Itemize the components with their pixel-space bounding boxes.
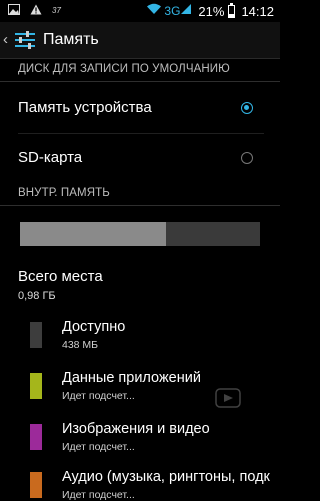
action-bar: ‹ Память bbox=[0, 22, 280, 59]
category-title: Данные приложений bbox=[62, 370, 201, 386]
section-header-label: ВНУТР. ПАМЯТЬ bbox=[18, 187, 110, 199]
category-subtitle: Идет подсчет... bbox=[62, 390, 135, 402]
category-title: Аудио (музыка, рингтоны, подк bbox=[62, 469, 270, 485]
category-available[interactable]: Доступно 438 МБ bbox=[0, 314, 280, 364]
option-label: Память устройства bbox=[18, 99, 152, 116]
radio-button[interactable] bbox=[241, 152, 253, 164]
network-type: 3G bbox=[164, 4, 181, 18]
total-space-title: Всего места bbox=[18, 268, 103, 285]
option-device-memory[interactable]: Память устройства bbox=[0, 84, 280, 132]
category-images-video[interactable]: Изображения и видео Идет подсчет... bbox=[0, 416, 280, 466]
category-color-swatch bbox=[30, 424, 42, 450]
system-icons: 3G 21% 14:12 bbox=[146, 2, 274, 20]
category-audio[interactable]: Аудио (музыка, рингтоны, подк Идет подсч… bbox=[0, 464, 280, 501]
category-subtitle: Идет подсчет... bbox=[62, 441, 135, 453]
option-label: SD-карта bbox=[18, 149, 83, 166]
category-color-swatch bbox=[30, 472, 42, 498]
clock: 14:12 bbox=[241, 3, 274, 19]
warning-icon bbox=[30, 2, 42, 20]
option-sd-card[interactable]: SD-карта bbox=[0, 134, 280, 182]
image-icon bbox=[8, 2, 20, 20]
total-space-value: 0,98 ГБ bbox=[18, 290, 56, 302]
battery-icon bbox=[228, 2, 236, 18]
storage-usage-bar-used bbox=[20, 222, 167, 246]
cell-signal-icon bbox=[180, 2, 192, 20]
settings-sliders-icon[interactable] bbox=[13, 29, 37, 51]
category-title: Изображения и видео bbox=[62, 421, 210, 437]
status-bar: 37 3G 21% 14:12 bbox=[0, 0, 280, 22]
watermark-logo bbox=[215, 388, 241, 408]
up-navigation-icon[interactable]: ‹ bbox=[3, 31, 8, 48]
page-title: Память bbox=[43, 31, 99, 48]
battery-percent: 21% bbox=[198, 3, 225, 19]
category-subtitle: Идет подсчет... bbox=[62, 489, 135, 501]
storage-usage-bar bbox=[20, 222, 260, 246]
category-title: Доступно bbox=[62, 319, 126, 335]
section-header-internal-memory: ВНУТР. ПАМЯТЬ bbox=[0, 184, 280, 206]
signal-37-icon: 37 bbox=[52, 2, 66, 20]
category-subtitle: 438 МБ bbox=[62, 339, 99, 351]
wifi-icon bbox=[146, 2, 162, 20]
radio-button-selected[interactable] bbox=[241, 102, 253, 114]
section-header-label: ДИСК ДЛЯ ЗАПИСИ ПО УМОЛЧАНИЮ bbox=[18, 63, 230, 75]
notification-icons: 37 bbox=[8, 3, 76, 19]
section-header-default-disk: ДИСК ДЛЯ ЗАПИСИ ПО УМОЛЧАНИЮ bbox=[0, 60, 280, 82]
category-color-swatch bbox=[30, 373, 42, 399]
svg-text:37: 37 bbox=[52, 6, 61, 15]
category-color-swatch bbox=[30, 322, 42, 348]
